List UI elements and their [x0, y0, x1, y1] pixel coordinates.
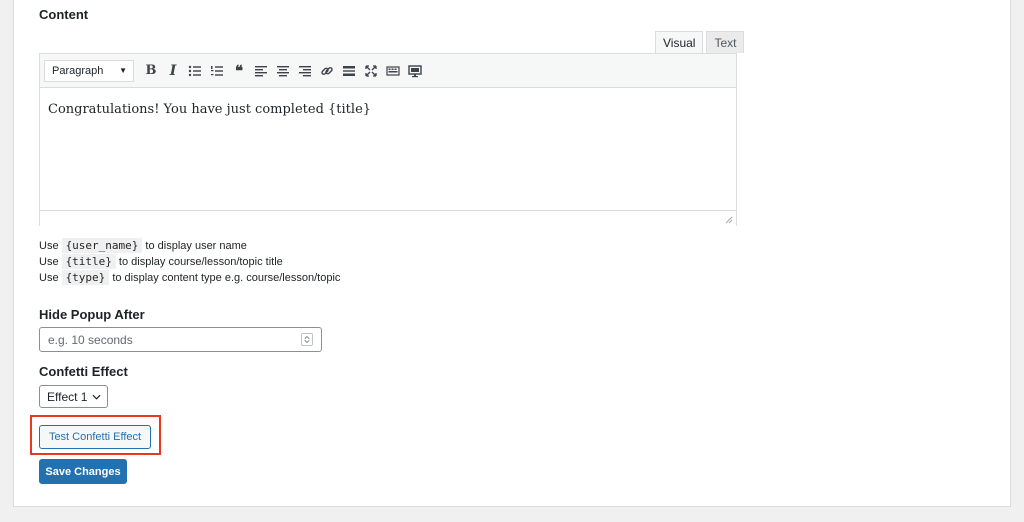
hide-popup-input[interactable] [48, 332, 288, 347]
hint-code: {title} [61, 254, 116, 269]
align-left-icon[interactable] [250, 60, 272, 82]
hint-row: Use {title} to display course/lesson/topic… [39, 254, 340, 270]
hint-prefix: Use [39, 256, 59, 268]
toolbar-toggle-icon[interactable] [382, 60, 404, 82]
hint-prefix: Use [39, 272, 59, 284]
editor-toolbar: Paragraph ▼ B I ❝ [40, 54, 736, 88]
read-more-icon[interactable] [338, 60, 360, 82]
placeholder-hints: Use {user_name} to display user name Use {t… [39, 238, 340, 286]
test-confetti-button[interactable]: Test Confetti Effect [39, 425, 151, 449]
bulleted-list-icon[interactable] [184, 60, 206, 82]
monitor-icon[interactable] [404, 60, 426, 82]
save-changes-button[interactable]: Save Changes [39, 459, 127, 484]
align-right-icon[interactable] [294, 60, 316, 82]
hint-text: to display user name [145, 240, 247, 252]
format-select[interactable]: Paragraph ▼ [44, 59, 134, 82]
hide-popup-label: Hide Popup After [39, 307, 145, 322]
chevron-down-icon: ▼ [119, 66, 127, 75]
fullscreen-icon[interactable] [360, 60, 382, 82]
bold-icon[interactable]: B [140, 60, 162, 82]
link-icon[interactable] [316, 60, 338, 82]
resize-handle-icon[interactable] [725, 216, 733, 224]
editor-statusbar [40, 210, 736, 226]
hint-row: Use {type} to display content type e.g. co… [39, 270, 340, 286]
numbered-list-icon[interactable] [206, 60, 228, 82]
editor-body[interactable]: Congratulations! You have just completed… [40, 88, 736, 210]
blockquote-icon[interactable]: ❝ [228, 60, 250, 82]
hint-prefix: Use [39, 240, 59, 252]
content-label: Content [39, 7, 89, 22]
tab-visual[interactable]: Visual [655, 31, 704, 54]
align-center-icon[interactable] [272, 60, 294, 82]
italic-icon[interactable]: I [162, 60, 184, 82]
editor-tabs: Visual Text [655, 31, 745, 54]
hint-text: to display course/lesson/topic title [118, 256, 283, 268]
confetti-effect-label: Confetti Effect [39, 364, 128, 379]
tab-text[interactable]: Text [706, 31, 745, 53]
confetti-effect-select[interactable]: Effect 1 [39, 385, 108, 408]
hint-code: {user_name} [61, 238, 143, 253]
hint-row: Use {user_name} to display user name [39, 238, 340, 254]
editor-content: Congratulations! You have just completed… [48, 102, 372, 117]
hint-code: {type} [61, 270, 110, 285]
hint-text: to display content type e.g. course/less… [112, 272, 341, 284]
hide-popup-field[interactable] [39, 327, 322, 352]
content-editor: Paragraph ▼ B I ❝ Congratulations! You h… [39, 53, 737, 226]
chevron-down-icon [92, 394, 101, 400]
spinner-icon[interactable] [301, 333, 313, 346]
format-select-value: Paragraph [52, 64, 104, 77]
confetti-effect-value: Effect 1 [47, 389, 88, 404]
